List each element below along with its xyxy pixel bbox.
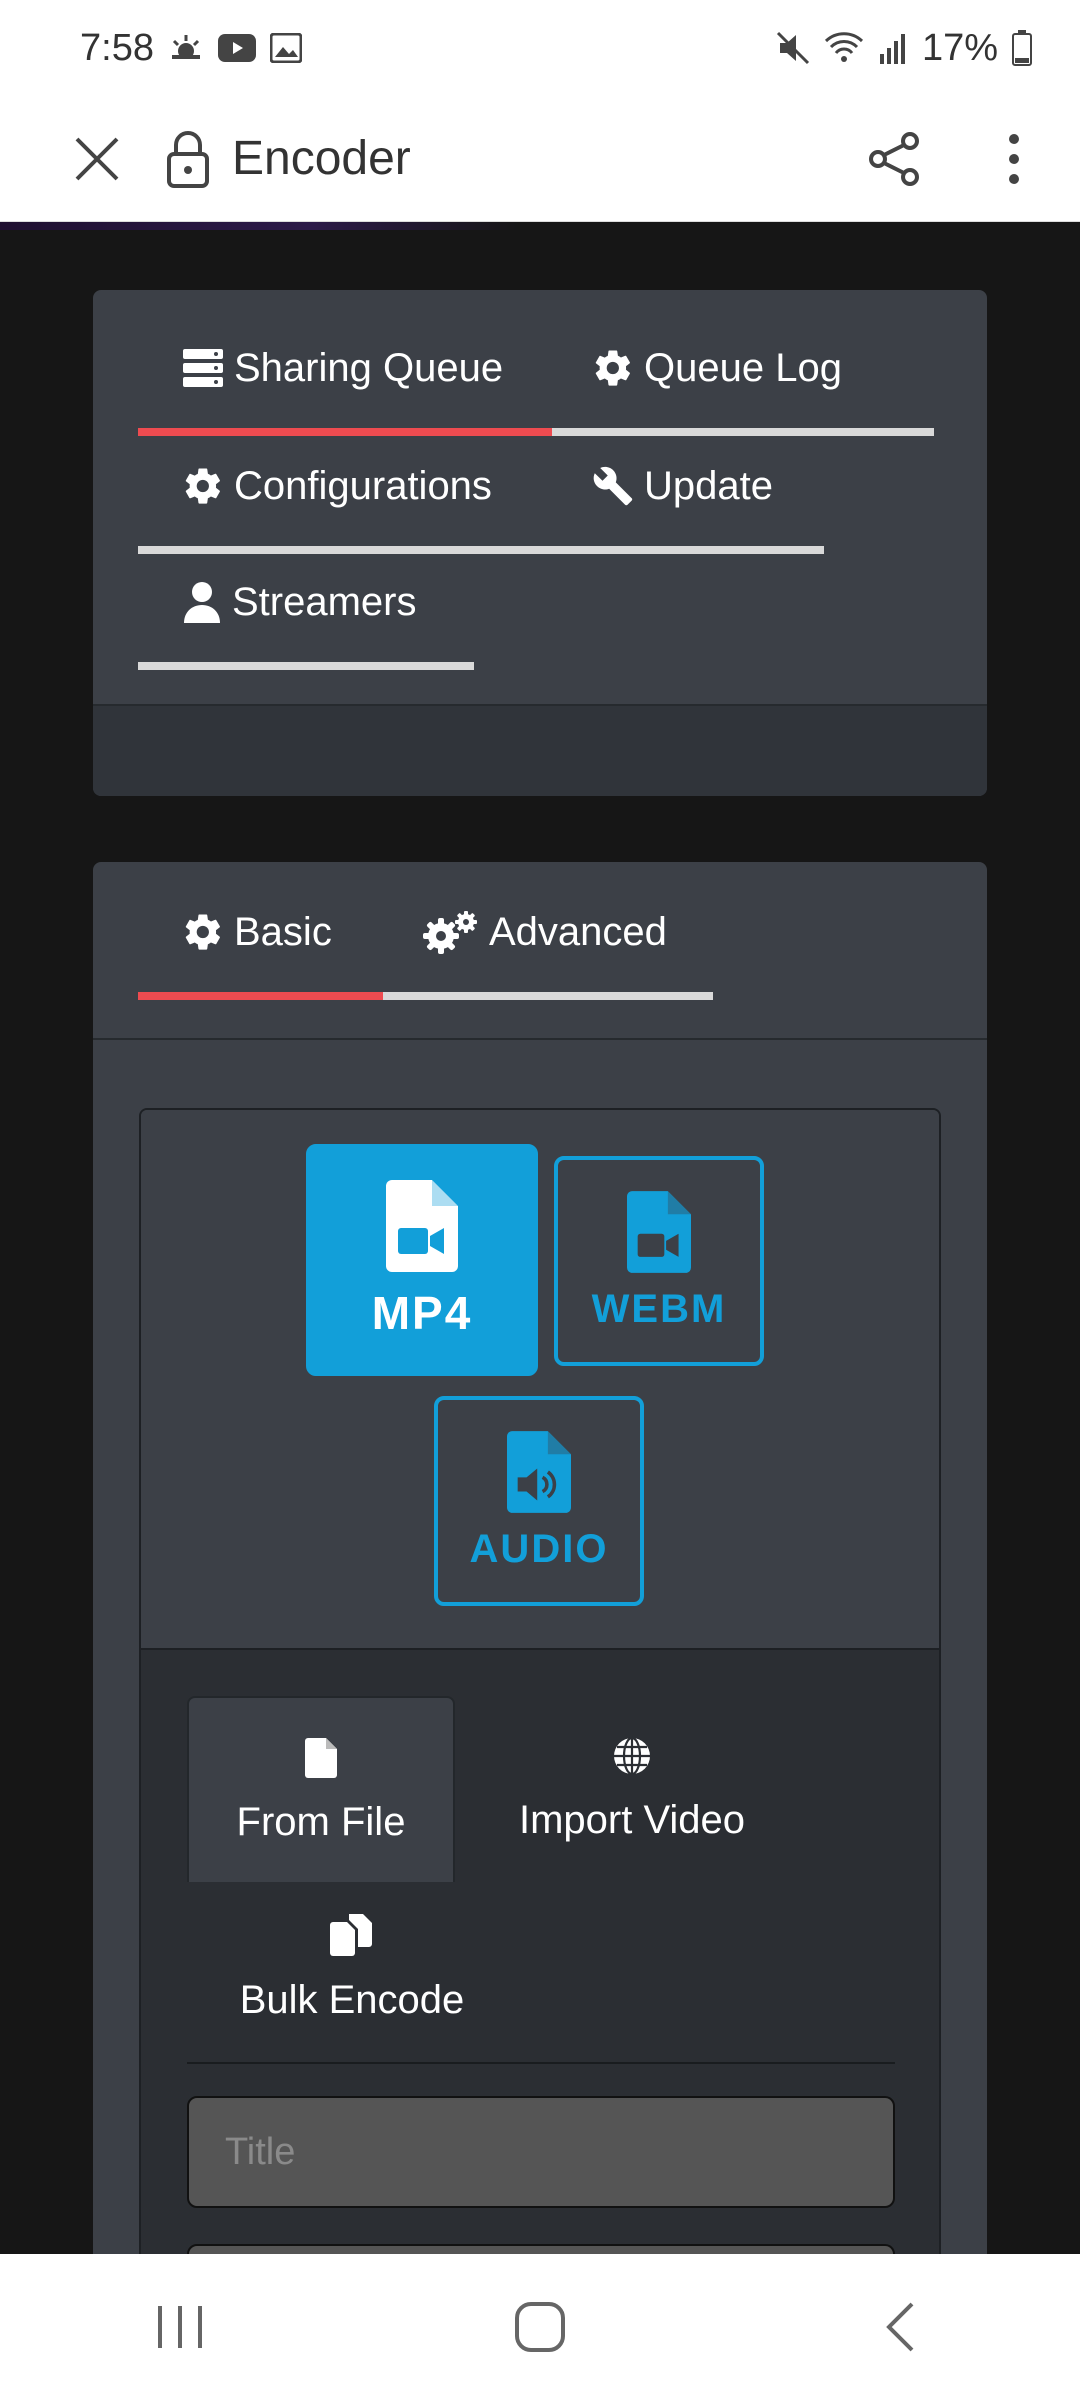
tab-underline-active [138,428,552,436]
gear-icon [185,468,220,504]
tab-advanced[interactable]: Advanced [383,892,713,1000]
page-content: Sharing Queue Queue Log Configurations U… [0,222,1080,2254]
source-label: Import Video [518,1798,746,1842]
tab-underline [552,428,934,436]
tab-streamers[interactable]: Streamers [138,562,474,670]
source-label: Bulk Encode [239,1978,465,2022]
recent-apps-button[interactable] [120,2267,240,2387]
share-button[interactable] [854,119,934,199]
tab-label: Update [644,463,773,508]
gear-icon [595,350,630,386]
tab-label: Queue Log [644,345,842,390]
format-label: AUDIO [469,1526,609,1571]
source-divider [187,2062,895,2064]
tab-configurations[interactable]: Configurations [138,446,552,554]
close-button[interactable] [62,124,132,194]
browser-toolbar: Encoder [0,96,1080,222]
status-bar: 7:58 17% [0,0,1080,96]
tab-underline-active [138,992,383,1000]
user-icon [184,582,220,623]
more-menu-button[interactable] [974,119,1054,199]
close-icon [75,137,119,180]
home-button[interactable] [480,2267,600,2387]
gallery-icon [269,33,302,63]
encoder-panel: MP4 WEBM AUDIO From File Import Video Bu… [139,1108,941,2254]
file-audio-icon [507,1430,571,1513]
top-gradient [0,222,520,230]
youtube-icon [217,34,256,62]
back-icon [886,2302,914,2352]
mute-icon [776,31,810,65]
encoder-card: Basic Advanced MP4 WEBM AUDIO From File … [93,862,987,2254]
format-label: WEBM [591,1286,727,1331]
source-import-video-tab[interactable]: Import Video [497,1696,767,1882]
weather-icon [168,33,204,63]
tab-underline [138,662,474,670]
page-title: Encoder [232,132,411,185]
server-icon [183,349,223,387]
battery-icon [1012,30,1032,66]
wrench-icon [593,466,633,506]
navigation-card-footer [93,704,987,796]
file-video-icon [627,1190,691,1273]
more-vertical-icon [1009,133,1019,184]
format-label: MP4 [371,1287,473,1339]
back-button[interactable] [840,2267,960,2387]
source-label: From File [236,1800,406,1844]
status-time: 7:58 [80,26,154,69]
wifi-icon [824,31,864,65]
battery-percent: 17% [921,26,998,69]
source-from-file-tab[interactable]: From File [187,1696,455,1882]
signal-icon [878,32,908,64]
format-audio-button[interactable]: AUDIO [434,1396,644,1606]
share-icon [869,131,919,186]
navigation-card: Sharing Queue Queue Log Configurations U… [93,290,987,796]
tab-underline [383,992,713,1000]
tab-label: Streamers [232,579,417,624]
tabs-divider [93,1038,987,1040]
gears-icon [423,911,477,954]
tab-label: Basic [234,909,332,954]
system-navigation-bar [0,2254,1080,2400]
source-selector: From File Import Video Bulk Encode [141,1650,939,2254]
title-input[interactable] [187,2096,895,2208]
recent-apps-icon [158,2306,202,2348]
format-mp4-button[interactable]: MP4 [306,1144,538,1376]
file-icon [305,1738,337,1778]
tab-underline [552,546,824,554]
lock-icon [166,130,210,188]
file-video-icon [386,1180,458,1272]
source-bulk-encode-tab[interactable]: Bulk Encode [187,1882,517,2048]
format-webm-button[interactable]: WEBM [554,1156,764,1366]
description-input[interactable] [187,2244,895,2254]
globe-icon [614,1736,650,1776]
tab-sharing-queue[interactable]: Sharing Queue [138,328,552,436]
tab-queue-log[interactable]: Queue Log [552,328,934,436]
gear-icon [185,914,220,950]
tab-basic[interactable]: Basic [138,892,383,1000]
format-selector: MP4 WEBM AUDIO [141,1110,939,1650]
tab-label: Advanced [489,909,667,954]
tab-update[interactable]: Update [552,446,824,554]
home-icon [515,2302,565,2352]
copy-icon [330,1914,372,1956]
tab-label: Sharing Queue [234,345,504,390]
tab-label: Configurations [234,463,492,508]
tab-underline [138,546,552,554]
